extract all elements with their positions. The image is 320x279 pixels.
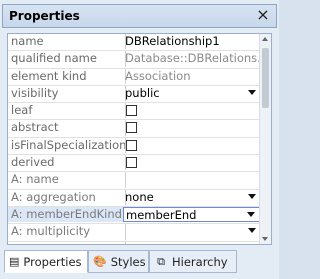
chevron-down-icon[interactable]	[248, 89, 256, 95]
property-row[interactable]: leaf	[8, 103, 261, 121]
property-name: A: multiplicity	[8, 224, 126, 240]
tab-styles[interactable]: 🎨 Styles	[88, 250, 149, 273]
tab-properties[interactable]: ▤ Properties	[4, 250, 88, 273]
property-row[interactable]: B: name	[8, 241, 261, 244]
properties-icon: ▤	[9, 254, 20, 268]
property-dropdown[interactable]: none	[123, 190, 261, 205]
property-value: Association	[125, 68, 191, 83]
property-row[interactable]: A: multiplicity	[8, 224, 261, 242]
checkbox[interactable]	[126, 157, 137, 169]
window-title: Properties	[9, 9, 80, 23]
scroll-thumb[interactable]	[262, 48, 269, 108]
property-name: A: aggregation	[8, 189, 126, 205]
property-name: element kind	[8, 68, 126, 84]
property-row[interactable]: A: memberEndKind memberEnd	[8, 206, 261, 225]
tab-label: Styles	[110, 254, 146, 269]
tab-hierarchy[interactable]: ⧉ Hierarchy	[149, 250, 237, 273]
property-row[interactable]: A: aggregation none	[8, 189, 261, 207]
properties-window: Properties × name DBRelationship1 qualifie…	[0, 0, 279, 279]
property-dropdown[interactable]: public	[123, 86, 261, 101]
property-checkbox-cell[interactable]	[123, 138, 261, 153]
property-name: A: memberEndKind	[8, 206, 126, 223]
property-dropdown[interactable]: memberEnd	[123, 206, 261, 223]
property-checkbox-cell[interactable]	[123, 120, 261, 135]
property-dropdown[interactable]	[123, 224, 261, 239]
chevron-down-icon[interactable]	[247, 211, 255, 217]
property-name: name	[8, 34, 126, 50]
property-name: isFinalSpecialization	[8, 137, 126, 154]
property-row[interactable]: element kind Association	[8, 68, 261, 86]
property-name: abstract	[8, 120, 126, 136]
property-name: derived	[8, 155, 126, 171]
checkbox[interactable]	[126, 105, 137, 117]
property-row[interactable]: visibility public	[8, 85, 261, 104]
chevron-down-icon[interactable]	[248, 228, 256, 234]
property-name: visibility	[8, 85, 126, 102]
properties-panel: name DBRelationship1 qualified name Databas…	[7, 33, 272, 245]
bottom-tab-bar: ▤ Properties 🎨 Styles ⧉ Hierarchy	[4, 250, 275, 274]
property-name: A: name	[8, 172, 126, 188]
property-value[interactable]: DBRelationship1	[123, 34, 261, 49]
vertical-scrollbar[interactable]	[259, 34, 271, 244]
styles-icon: 🎨	[93, 254, 107, 268]
property-name: B: name	[8, 241, 126, 244]
properties-table: name DBRelationship1 qualified name Databas…	[8, 34, 261, 244]
checkbox[interactable]	[126, 122, 137, 134]
property-row[interactable]: name DBRelationship1	[8, 34, 261, 52]
property-checkbox-cell[interactable]	[123, 103, 261, 118]
tab-label: Properties	[23, 254, 82, 269]
property-row[interactable]: A: name	[8, 172, 261, 190]
close-icon[interactable]: ×	[256, 7, 270, 23]
property-row[interactable]: qualified name Database::DBRelations...	[8, 51, 261, 69]
dropdown-value: public	[125, 85, 160, 100]
dropdown-value: memberEnd	[126, 207, 197, 222]
property-value[interactable]	[123, 242, 261, 244]
checkbox[interactable]	[126, 139, 137, 151]
property-value: Database::DBRelations...	[125, 51, 261, 66]
property-row[interactable]: abstract	[8, 120, 261, 138]
scroll-up-icon[interactable]	[262, 37, 268, 41]
property-name: leaf	[8, 103, 126, 119]
property-row[interactable]: isFinalSpecialization	[8, 137, 261, 156]
property-checkbox-cell[interactable]	[123, 155, 261, 170]
scroll-down-icon[interactable]	[262, 237, 268, 241]
property-name: qualified name	[8, 51, 126, 67]
dropdown-value: none	[125, 189, 154, 204]
hierarchy-icon: ⧉	[157, 254, 165, 268]
property-row[interactable]: derived	[8, 155, 261, 173]
tab-label: Hierarchy	[172, 254, 228, 269]
title-bar: Properties ×	[2, 4, 277, 28]
chevron-down-icon[interactable]	[248, 193, 256, 199]
property-value[interactable]	[123, 172, 261, 187]
